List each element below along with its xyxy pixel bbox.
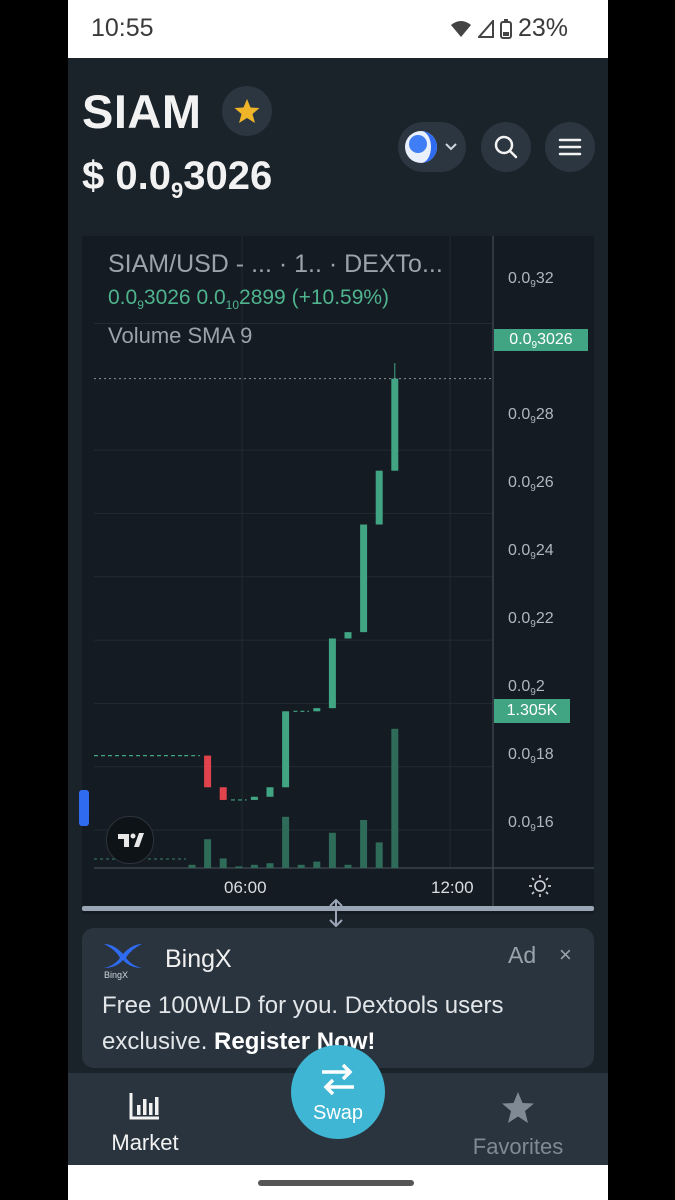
y-tick-label: 0.0918 bbox=[508, 746, 554, 767]
status-icons: 23% bbox=[450, 14, 568, 43]
y-tick-label: 0.0922 bbox=[508, 610, 554, 631]
bingx-logo-icon: BingX bbox=[104, 944, 142, 980]
system-navigation-bar bbox=[68, 1165, 608, 1200]
wifi-icon bbox=[450, 20, 471, 37]
volume-bar bbox=[375, 842, 383, 868]
volume-bar bbox=[344, 864, 352, 868]
x-tick-label: 06:00 bbox=[224, 878, 267, 897]
volume-indicator-label: Volume SMA 9 bbox=[108, 323, 253, 348]
menu-button[interactable] bbox=[545, 122, 595, 172]
volume-bar bbox=[266, 863, 274, 868]
chain-globe-icon bbox=[405, 131, 457, 163]
star-icon bbox=[502, 1092, 534, 1123]
y-tick-label: 0.0926 bbox=[508, 474, 554, 495]
search-icon bbox=[494, 135, 518, 159]
y-tick-label: 0.0928 bbox=[508, 406, 554, 427]
volume-bar bbox=[219, 858, 227, 868]
status-time: 10:55 bbox=[91, 14, 154, 42]
nav-favorites-label: Favorites bbox=[472, 1134, 564, 1159]
ad-close-button[interactable]: × bbox=[559, 942, 572, 968]
y-tick-label: 0.0924 bbox=[508, 542, 554, 563]
volume-bar bbox=[250, 864, 258, 868]
chart-title: SIAM/USD - ... · 1.. · DEXTo... bbox=[108, 250, 443, 278]
candle-body bbox=[282, 711, 290, 788]
volume-bar bbox=[313, 861, 321, 868]
nav-favorites-tab[interactable]: Favorites bbox=[466, 1091, 570, 1160]
drawing-toolbar-toggle[interactable] bbox=[79, 790, 89, 826]
battery-percent: 23% bbox=[517, 14, 568, 42]
price-chart[interactable]: SIAM/USD - ... · 1.. · DEXTo... 0.093026… bbox=[79, 236, 594, 914]
token-symbol: SIAM bbox=[82, 85, 202, 138]
nav-market-tab[interactable]: Market bbox=[108, 1091, 182, 1156]
tradingview-logo[interactable] bbox=[106, 816, 154, 864]
volume-bar bbox=[204, 839, 212, 868]
y-tick-label: 0.0932 bbox=[508, 270, 554, 291]
resize-arrows-icon[interactable] bbox=[326, 898, 346, 928]
volume-bar bbox=[188, 864, 196, 868]
chain-selector[interactable] bbox=[398, 122, 466, 172]
svg-text:BingX: BingX bbox=[104, 970, 128, 980]
volume-bar bbox=[297, 864, 305, 868]
star-icon bbox=[234, 99, 260, 123]
volume-bar bbox=[360, 820, 368, 868]
candle-body bbox=[266, 787, 274, 797]
battery-icon bbox=[499, 18, 512, 39]
candle-body bbox=[391, 378, 399, 471]
y-tick-label: 0.0916 bbox=[508, 814, 554, 835]
status-bar: 10:55 23% bbox=[68, 0, 608, 58]
swap-button[interactable]: Swap bbox=[291, 1045, 385, 1139]
candle-body bbox=[219, 787, 227, 800]
signal-icon bbox=[477, 19, 494, 38]
candle-body bbox=[250, 796, 258, 800]
token-header: SIAM $ 0.093026 bbox=[68, 58, 608, 236]
nav-market-label: Market bbox=[111, 1130, 179, 1155]
volume-bar bbox=[328, 832, 336, 868]
phone-screen: 10:55 23% SIAM $ 0.093026 SIAM/USD - ...… bbox=[68, 0, 608, 1200]
bar-chart-icon bbox=[129, 1093, 159, 1120]
candle-body bbox=[204, 755, 212, 788]
candle-body bbox=[360, 524, 368, 633]
ad-label: Ad bbox=[508, 942, 537, 968]
volume-bar bbox=[282, 816, 290, 868]
chart-ohlc-legend: 0.093026 0.0102899 (+10.59%) bbox=[108, 286, 390, 313]
candle-body bbox=[313, 708, 321, 712]
theme-toggle-icon[interactable] bbox=[528, 874, 552, 898]
ad-brand-name: BingX bbox=[165, 945, 232, 973]
candle-body bbox=[344, 632, 352, 639]
token-price: $ 0.093026 bbox=[82, 154, 273, 203]
candle-body bbox=[375, 470, 383, 525]
swap-arrows-icon bbox=[322, 1063, 354, 1096]
volume-bar bbox=[391, 728, 399, 868]
candle-body bbox=[328, 638, 336, 709]
swap-label: Swap bbox=[312, 1102, 364, 1124]
favorite-button[interactable] bbox=[222, 86, 272, 136]
volume-bar bbox=[235, 866, 243, 868]
last-price-tag: 0.093026 bbox=[494, 329, 588, 351]
volume-value-tag: 1.305K bbox=[494, 699, 570, 723]
x-tick-label: 12:00 bbox=[431, 878, 474, 897]
hamburger-menu-icon bbox=[558, 138, 582, 156]
y-tick-label: 0.092 bbox=[508, 678, 545, 699]
search-button[interactable] bbox=[481, 122, 531, 172]
home-gesture-pill[interactable] bbox=[258, 1180, 414, 1186]
tradingview-logo-icon bbox=[118, 833, 144, 847]
